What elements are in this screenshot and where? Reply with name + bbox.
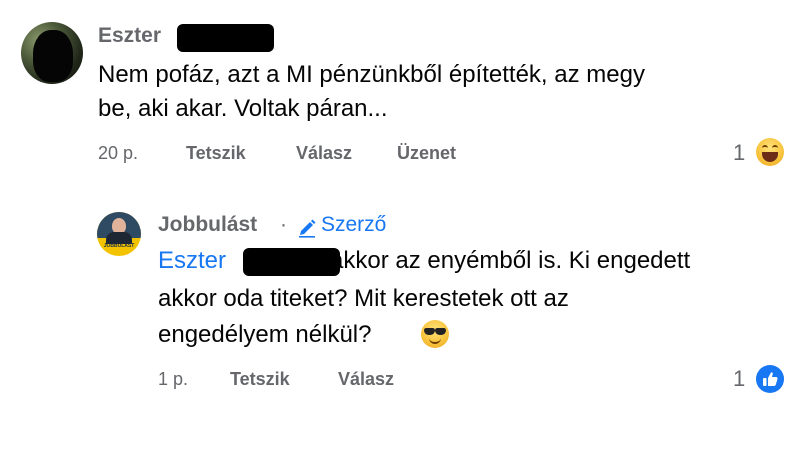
reply-text-line-1-rest: akkor az enyémből is. Ki engedett [330, 247, 691, 274]
emoji-mouth [762, 152, 778, 162]
comment-text-line-2: be, aki akar. Voltak páran... [98, 95, 388, 122]
reply-text-line-2: akkor oda titeket? Mit kerestetek ott az [158, 285, 569, 312]
reply-button-label: Válasz [296, 143, 353, 163]
sunglass-lens [435, 328, 446, 335]
haha-emoji-icon[interactable] [756, 138, 784, 166]
avatar-label: JOBBULÁST [103, 243, 135, 249]
reply-author-name[interactable]: Jobbulást [158, 213, 257, 237]
mention-link[interactable]: Eszter [158, 247, 226, 274]
comment-author-name[interactable]: Eszter [98, 24, 161, 48]
reaction-count[interactable]: 1 [733, 140, 745, 166]
reply-reply-button[interactable]: Válasz [338, 369, 394, 390]
emoji-eye [762, 145, 768, 151]
separator-dot: · [280, 213, 287, 236]
redacted-mention-surname [243, 248, 340, 276]
comment-timestamp[interactable]: 20 p. [98, 143, 138, 164]
reply-timestamp[interactable]: 1 p. [158, 369, 188, 390]
sunglass-lens [424, 328, 435, 335]
message-button[interactable]: Üzenet [397, 143, 456, 164]
like-button[interactable]: Tetszik [186, 143, 246, 164]
pencil-icon [299, 219, 316, 238]
comment-text: Nem pofáz, azt a MI pénzünkből építették… [98, 58, 645, 126]
reply-reaction-count[interactable]: 1 [733, 366, 745, 392]
emoji-smile [429, 337, 441, 344]
reply-text-line-1: Eszter akkor az enyémből is. Ki engedett [158, 244, 690, 278]
author-badge: Szerző [321, 213, 387, 236]
sunglasses-emoji-icon [421, 320, 449, 348]
reply-button[interactable]: Válasz [296, 143, 352, 164]
message-button-label: Üzenet [397, 143, 457, 163]
emoji-eye [772, 145, 778, 151]
like-icon[interactable] [756, 365, 784, 393]
commenter-avatar[interactable] [21, 22, 83, 84]
reply-text-line-3: engedélyem nélkül? [158, 321, 372, 348]
reply-like-button[interactable]: Tetszik [230, 369, 290, 390]
reply-button-label: Válasz [338, 369, 395, 389]
like-button-label: Tetszik [186, 143, 246, 163]
page-avatar[interactable]: JOBBULÁST [97, 212, 141, 256]
redacted-surname [177, 24, 274, 52]
avatar-silhouette [33, 30, 73, 82]
comment-text-line-1: Nem pofáz, azt a MI pénzünkből építették… [98, 61, 645, 88]
like-button-label: Tetszik [230, 369, 290, 389]
thumbs-up-icon [763, 372, 778, 386]
